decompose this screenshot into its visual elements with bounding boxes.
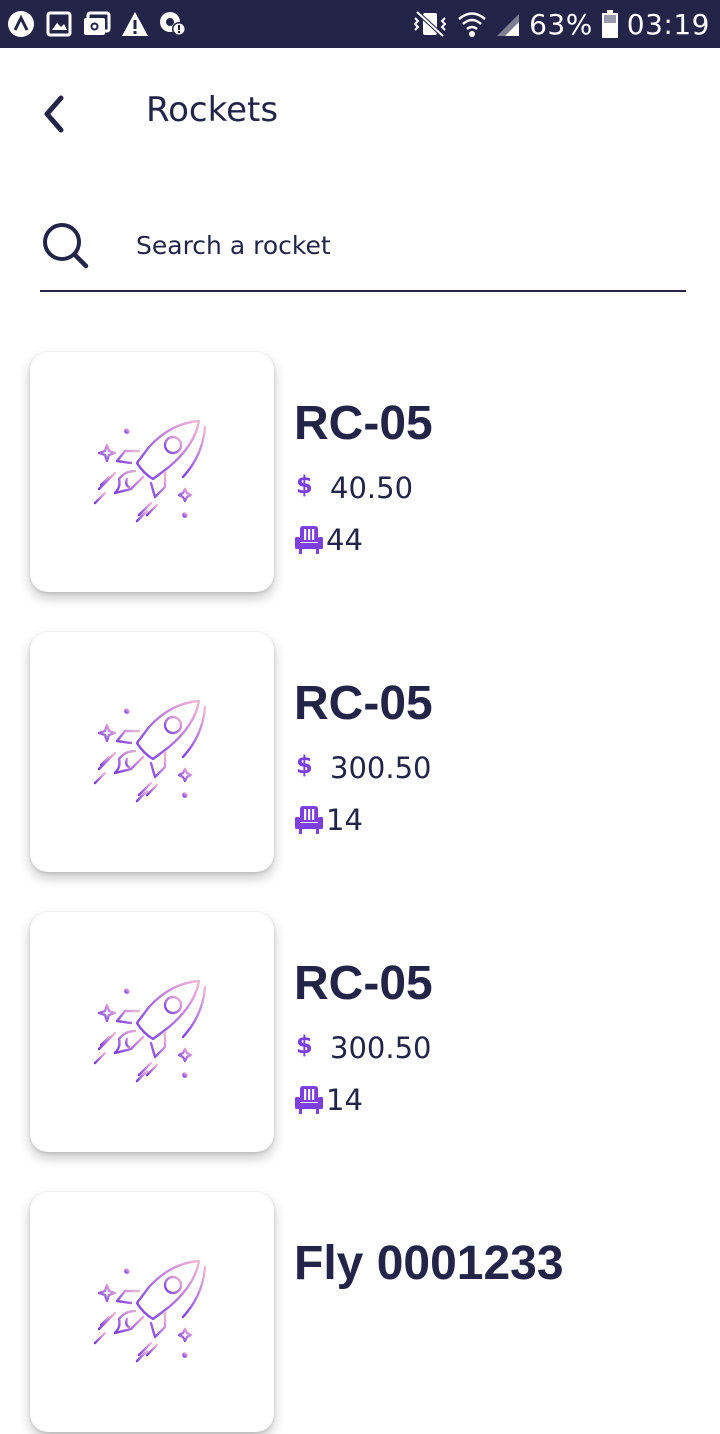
settings-alert-icon	[158, 10, 188, 38]
rocket-card[interactable]: Fly 0001233	[0, 1192, 720, 1434]
search-icon[interactable]	[40, 220, 90, 270]
rocket-name: RC-05	[294, 957, 433, 1010]
seat-icon	[294, 805, 324, 835]
app-header: Rockets	[0, 48, 720, 176]
chevron-left-icon	[44, 95, 64, 133]
vibrate-off-icon	[411, 10, 449, 38]
search-input[interactable]	[136, 220, 676, 270]
rocket-price: 40.50	[330, 471, 414, 505]
rocket-icon	[87, 1247, 217, 1377]
rocket-icon	[87, 407, 217, 537]
dollar-icon: $	[296, 751, 313, 779]
rocket-name: RC-05	[294, 397, 433, 450]
dollar-icon: $	[296, 1031, 313, 1059]
rocket-thumbnail[interactable]	[30, 1192, 274, 1432]
image-icon	[45, 10, 73, 38]
price-row: $ 40.50	[296, 468, 413, 508]
rocket-seats: 14	[326, 1083, 363, 1117]
rocket-price: 300.50	[330, 751, 432, 785]
rocket-thumbnail[interactable]	[30, 352, 274, 592]
rocket-price: 300.50	[330, 1031, 432, 1065]
notification-icons	[6, 9, 188, 39]
app-icon	[6, 9, 36, 39]
search-bar	[40, 214, 686, 292]
back-button[interactable]	[26, 86, 82, 142]
rocket-name: Fly 0001233	[294, 1237, 564, 1290]
battery-percent: 63%	[529, 7, 593, 41]
seats-row: 44	[294, 520, 363, 560]
warning-icon	[121, 11, 149, 37]
rocket-seats: 44	[326, 523, 363, 557]
seat-icon	[294, 1085, 324, 1115]
seat-icon	[294, 525, 324, 555]
signal-icon	[495, 10, 521, 38]
rocket-card[interactable]: RC-05 $ 300.50 14	[0, 632, 720, 874]
price-row: $ 300.50	[296, 1028, 431, 1068]
rocket-thumbnail[interactable]	[30, 632, 274, 872]
rocket-card[interactable]: RC-05 $ 300.50 14	[0, 912, 720, 1154]
rocket-seats: 14	[326, 803, 363, 837]
rocket-name: RC-05	[294, 677, 433, 730]
rocket-icon	[87, 687, 217, 817]
page-title: Rockets	[146, 90, 279, 130]
dollar-icon: $	[296, 471, 313, 499]
seats-row: 14	[294, 1080, 363, 1120]
rocket-icon	[87, 967, 217, 1097]
wifi-icon	[457, 10, 487, 38]
system-indicators: 63% 03:19	[411, 8, 710, 41]
price-row: $ 300.50	[296, 748, 431, 788]
cast-icon	[82, 10, 112, 38]
status-bar: 63% 03:19	[0, 0, 720, 48]
seats-row: 14	[294, 800, 363, 840]
clock: 03:19	[626, 7, 710, 41]
rocket-thumbnail[interactable]	[30, 912, 274, 1152]
battery-icon	[601, 9, 619, 39]
rocket-card[interactable]: RC-05 $ 40.50 44	[0, 352, 720, 594]
